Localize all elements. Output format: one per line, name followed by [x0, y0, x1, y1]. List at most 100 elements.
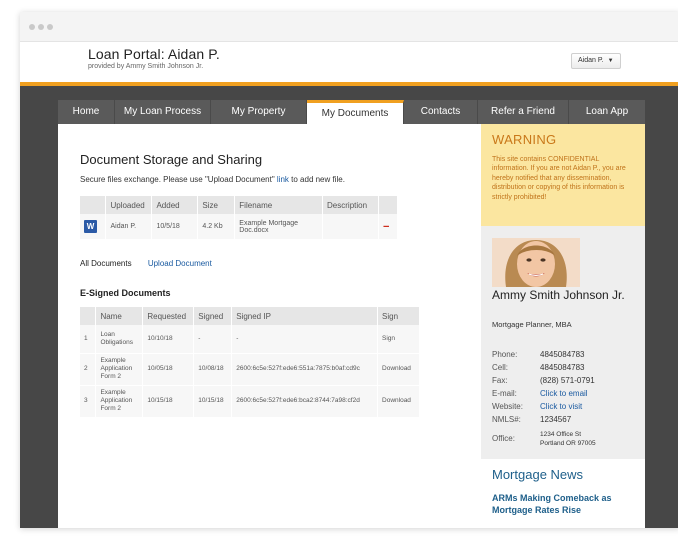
added-cell: 10/5/18: [151, 214, 199, 239]
user-menu-dropdown[interactable]: Aidan P. ▼: [571, 53, 621, 69]
email-link[interactable]: Click to email: [540, 388, 588, 401]
contact-label: Phone:: [492, 350, 518, 359]
row-number: 3: [80, 385, 97, 418]
page-title: Document Storage and Sharing: [80, 152, 263, 167]
fax-value: (828) 571-0791: [540, 376, 595, 385]
column-header-filename: Filename: [234, 196, 324, 214]
column-header-sign: Sign: [377, 307, 420, 325]
nav-loan-app[interactable]: Loan App: [569, 100, 645, 124]
portal-header: Loan Portal: Aidan P. provided by Ammy S…: [20, 42, 678, 82]
signed-ip: 2600:6c5e:527f:ede6:551a:7875:b0af:cd9c: [231, 353, 379, 386]
delete-file-button[interactable]: −: [383, 221, 389, 233]
agent-contact-list: Phone: 4845084783 Cell: 4845084783 Fax: (82…: [492, 349, 596, 450]
browser-window: Loan Portal: Aidan P. provided by Ammy S…: [20, 12, 678, 528]
signed-date: 10/08/18: [193, 353, 233, 386]
document-tabs: All Documents Upload Document: [80, 259, 226, 268]
column-header-actions: [378, 196, 399, 214]
nav-refer-a-friend[interactable]: Refer a Friend: [478, 100, 569, 124]
contact-row-fax: Fax: (828) 571-0791: [492, 375, 596, 388]
file-type-cell: W: [80, 214, 107, 239]
document-name: Example Application Form 2: [95, 385, 144, 418]
contact-row-nmls: NMLS#: 1234567: [492, 414, 596, 427]
contact-row-cell: Cell: 4845084783: [492, 362, 596, 375]
website-link[interactable]: Click to visit: [540, 401, 582, 414]
user-menu-label: Aidan P.: [578, 57, 604, 64]
window-chrome: [20, 12, 678, 42]
column-header-signed-ip: Signed IP: [231, 307, 379, 325]
nmls-value: 1234567: [540, 415, 572, 424]
office-line-2: Portland OR 97005: [540, 440, 596, 447]
tab-all-documents[interactable]: All Documents: [80, 259, 132, 268]
nav-home[interactable]: Home: [58, 100, 115, 124]
signed-date: 10/15/18: [193, 385, 233, 418]
agent-portrait-icon: [492, 238, 580, 287]
upload-instructions-link[interactable]: link: [277, 175, 289, 184]
agent-title: Mortgage Planner, MBA: [492, 320, 572, 329]
mortgage-news: Mortgage News ARMs Making Comeback as Mo…: [481, 459, 645, 528]
contact-row-office: Office: 1234 Office St Portland OR 97005: [492, 428, 596, 450]
cell-value: 4845084783: [540, 363, 585, 372]
documents-description: Secure files exchange. Please use "Uploa…: [80, 175, 345, 184]
office-line-1: 1234 Office St: [540, 431, 582, 438]
nav-contacts[interactable]: Contacts: [404, 100, 478, 124]
agent-photo: [492, 238, 580, 287]
uploaded-cell: Aidan P.: [105, 214, 153, 239]
nav-my-documents[interactable]: My Documents: [307, 100, 404, 124]
portal-subtitle: provided by Ammy Smith Johnson Jr.: [88, 63, 204, 70]
contact-label: Cell:: [492, 363, 509, 372]
column-header-size: Size: [197, 196, 236, 214]
column-header-icon: [80, 196, 107, 214]
column-header-name: Name: [95, 307, 144, 325]
signed-date: -: [193, 325, 233, 354]
contact-label: Office:: [492, 434, 515, 443]
table-header-row: Name Requested Signed Signed IP Sign: [80, 307, 420, 325]
window-dot-icon: [47, 24, 53, 30]
filename-link[interactable]: Example Mortgage Doc.docx: [234, 214, 324, 239]
table-row: 3 Example Application Form 2 10/15/18 10…: [80, 385, 420, 418]
row-number: 2: [80, 353, 97, 386]
description-text: Secure files exchange. Please use "Uploa…: [80, 175, 277, 184]
document-name: Example Application Form 2: [95, 353, 144, 386]
description-text-end: to add new file.: [288, 175, 345, 184]
window-dot-icon: [38, 24, 44, 30]
requested-date: 10/05/18: [142, 353, 195, 386]
signed-ip: 2600:6c5e:527f:ede6:bca2:8744:7a98:cf2d: [231, 385, 379, 418]
column-header-uploaded: Uploaded: [105, 196, 153, 214]
column-header-added: Added: [151, 196, 199, 214]
column-header-signed: Signed: [193, 307, 233, 325]
contact-label: E-mail:: [492, 389, 517, 398]
column-header-requested: Requested: [142, 307, 195, 325]
download-link[interactable]: Download: [377, 353, 420, 386]
document-name: Loan Obligations: [95, 325, 144, 354]
contact-row-phone: Phone: 4845084783: [492, 349, 596, 362]
esigned-title: E-Signed Documents: [80, 288, 171, 298]
tab-upload-document[interactable]: Upload Document: [148, 259, 212, 268]
table-header-row: Uploaded Added Size Filename Description: [80, 196, 399, 214]
sign-link[interactable]: Sign: [377, 325, 420, 354]
contact-label: Fax:: [492, 376, 508, 385]
nav-my-property[interactable]: My Property: [211, 100, 307, 124]
news-headline-link[interactable]: ARMs Making Comeback as Mortgage Rates R…: [492, 492, 634, 516]
download-link[interactable]: Download: [377, 385, 420, 418]
warning-title: WARNING: [492, 132, 557, 147]
contact-row-email: E-mail: Click to email: [492, 388, 596, 401]
agent-name: Ammy Smith Johnson Jr.: [492, 288, 625, 302]
requested-date: 10/10/18: [142, 325, 195, 354]
table-row: W Aidan P. 10/5/18 4.2 Kb Example Mortga…: [80, 214, 399, 239]
warning-box: WARNING This site contains CONFIDENTIAL …: [481, 124, 645, 226]
news-title: Mortgage News: [492, 467, 584, 482]
contact-row-website: Website: Click to visit: [492, 401, 596, 414]
table-row: 1 Loan Obligations 10/10/18 - - Sign: [80, 325, 420, 354]
nav-my-loan-process[interactable]: My Loan Process: [115, 100, 211, 124]
documents-panel: Document Storage and Sharing Secure file…: [58, 124, 481, 528]
portal-title: Loan Portal: Aidan P.: [88, 46, 220, 62]
size-cell: 4.2 Kb: [197, 214, 236, 239]
contact-label: Website:: [492, 402, 523, 411]
esigned-table: Name Requested Signed Signed IP Sign 1 L…: [80, 307, 420, 418]
phone-value: 4845084783: [540, 350, 585, 359]
signed-ip: -: [231, 325, 379, 354]
sidebar: WARNING This site contains CONFIDENTIAL …: [481, 124, 645, 528]
requested-date: 10/15/18: [142, 385, 195, 418]
delete-cell: −: [378, 214, 399, 239]
office-address: 1234 Office St Portland OR 97005: [540, 428, 596, 450]
